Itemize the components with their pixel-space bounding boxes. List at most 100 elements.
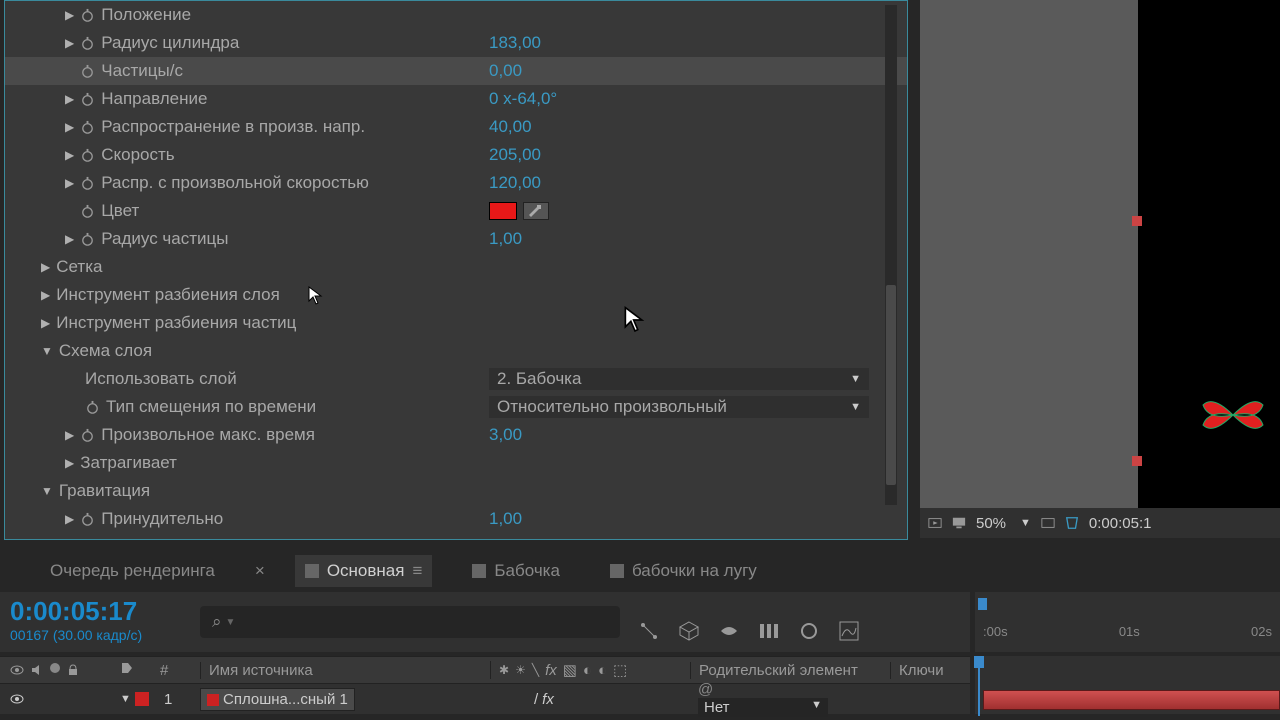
prop-value[interactable]: 120,00 (489, 173, 541, 193)
twirl-icon[interactable]: ▶ (65, 36, 74, 50)
tab-meadow[interactable]: бабочки на лугу (600, 555, 767, 587)
prop-label: Затрагивает (80, 453, 177, 473)
tab-butterfly[interactable]: Бабочка (462, 555, 570, 587)
twirl-icon[interactable]: ▶ (65, 512, 74, 526)
use-layer-dropdown[interactable]: 2. Бабочка▼ (489, 368, 869, 390)
frame-blend-icon[interactable] (758, 620, 780, 642)
twirl-icon[interactable]: ▶ (41, 288, 50, 302)
lock-column-icon[interactable] (66, 663, 80, 677)
scrollbar-thumb[interactable] (886, 285, 896, 485)
time-ruler[interactable]: :00s 01s 02s (975, 592, 1280, 652)
layer-index: 1 (160, 691, 200, 708)
eye-icon[interactable] (10, 692, 24, 706)
pickwhip-icon[interactable]: @ (698, 681, 713, 698)
layer-bar[interactable] (983, 690, 1280, 710)
zoom-level[interactable]: 50% (976, 515, 1006, 532)
playhead[interactable] (978, 656, 980, 716)
prop-label: Произвольное макс. время (101, 425, 315, 445)
prop-label: Цвет (101, 201, 139, 221)
prop-value[interactable]: 3,00 (489, 425, 522, 445)
transform-handle[interactable] (1132, 216, 1142, 226)
prop-value[interactable]: 205,00 (489, 145, 541, 165)
twirl-icon[interactable]: ▶ (65, 148, 74, 162)
transform-handle[interactable] (1132, 456, 1142, 466)
prop-label: Тип смещения по времени (106, 397, 316, 417)
chevron-down-icon: ▼ (811, 699, 822, 716)
viewer-timecode[interactable]: 0:00:05:1 (1089, 515, 1152, 532)
stopwatch-icon[interactable] (80, 428, 95, 443)
chevron-down-icon: ▼ (850, 401, 861, 413)
tab-main[interactable]: Основная≡ (295, 555, 433, 587)
layer-name[interactable]: Сплошна...сный 1 (200, 688, 355, 711)
prop-value[interactable]: 0,00 (489, 61, 522, 81)
index-column: # (160, 662, 200, 679)
twirl-icon[interactable]: ▶ (65, 92, 74, 106)
twirl-icon[interactable]: ▶ (65, 428, 74, 442)
stopwatch-icon[interactable] (80, 148, 95, 163)
comp-icon (305, 564, 319, 578)
stopwatch-icon[interactable] (80, 120, 95, 135)
sourcename-column[interactable]: Имя источника (200, 662, 490, 679)
twirl-icon[interactable]: ▶ (41, 316, 50, 330)
twirl-icon[interactable]: ▶ (65, 456, 74, 470)
3d-icon[interactable] (678, 620, 700, 642)
prop-group-label: Гравитация (59, 481, 150, 501)
frame-info: 00167 (30.00 кадр/с) (10, 627, 190, 643)
parent-column: Родительский элемент (690, 662, 890, 679)
stopwatch-icon[interactable] (80, 36, 95, 51)
label-column-icon[interactable] (120, 661, 134, 675)
graph-icon[interactable] (638, 620, 660, 642)
twirl-icon[interactable]: ▼ (41, 344, 53, 358)
graph-editor-icon[interactable] (838, 620, 860, 642)
twirl-icon[interactable]: ▶ (65, 120, 74, 134)
twirl-icon[interactable]: ▶ (65, 8, 74, 22)
preview-icon[interactable] (928, 516, 942, 530)
prop-label: Направление (101, 89, 207, 109)
fx-badge[interactable]: fx (542, 691, 554, 708)
stopwatch-icon[interactable] (80, 8, 95, 23)
time-offset-dropdown[interactable]: Относительно произвольный▼ (489, 396, 869, 418)
color-swatch[interactable] (489, 202, 517, 220)
menu-icon[interactable]: ≡ (412, 561, 422, 581)
prop-label: Использовать слой (85, 369, 237, 389)
stopwatch-icon[interactable] (80, 204, 95, 219)
twirl-icon[interactable]: ▼ (120, 693, 131, 705)
stopwatch-icon[interactable] (80, 176, 95, 191)
scrollbar[interactable] (885, 5, 897, 505)
stopwatch-icon[interactable] (80, 92, 95, 107)
prop-value[interactable]: 1,00 (489, 509, 522, 529)
comp-icon (472, 564, 486, 578)
timeline-tracks[interactable] (975, 656, 1280, 714)
prop-value[interactable]: 183,00 (489, 33, 541, 53)
mask-icon[interactable] (1065, 516, 1079, 530)
close-icon[interactable]: × (255, 561, 265, 581)
label-color[interactable] (135, 692, 149, 706)
eye-column-icon[interactable] (10, 663, 24, 677)
audio-column-icon[interactable] (30, 663, 44, 677)
shy-icon[interactable] (718, 620, 740, 642)
chevron-down-icon[interactable]: ▼ (1020, 517, 1031, 529)
monitor-icon[interactable] (952, 516, 966, 530)
stopwatch-icon[interactable] (80, 232, 95, 247)
chevron-down-icon: ▼ (850, 373, 861, 385)
resolution-icon[interactable] (1041, 516, 1055, 530)
tab-render-queue[interactable]: Очередь рендеринга (40, 555, 225, 587)
twirl-icon[interactable]: ▼ (41, 484, 53, 498)
twirl-icon[interactable]: ▶ (41, 260, 50, 274)
current-timecode[interactable]: 0:00:05:17 (10, 596, 190, 627)
stopwatch-icon[interactable] (85, 400, 100, 415)
prop-value[interactable]: 0 x-64,0° (489, 89, 557, 109)
stopwatch-icon[interactable] (80, 512, 95, 527)
stopwatch-icon[interactable] (80, 64, 95, 79)
motion-blur-icon[interactable] (798, 620, 820, 642)
prop-value[interactable]: 40,00 (489, 117, 532, 137)
eyedropper-icon[interactable] (523, 202, 549, 220)
solo-column-icon[interactable] (50, 663, 60, 673)
twirl-icon[interactable]: ▶ (65, 232, 74, 246)
layer-search[interactable]: ⌕ ▼ (200, 606, 620, 638)
playhead-marker[interactable] (978, 598, 987, 610)
prop-value[interactable]: 1,00 (489, 229, 522, 249)
layer-row[interactable]: ▼ 1 Сплошна...сный 1 / fx @ Нет▼ (0, 684, 970, 714)
parent-dropdown[interactable]: Нет▼ (698, 698, 828, 717)
twirl-icon[interactable]: ▶ (65, 176, 74, 190)
